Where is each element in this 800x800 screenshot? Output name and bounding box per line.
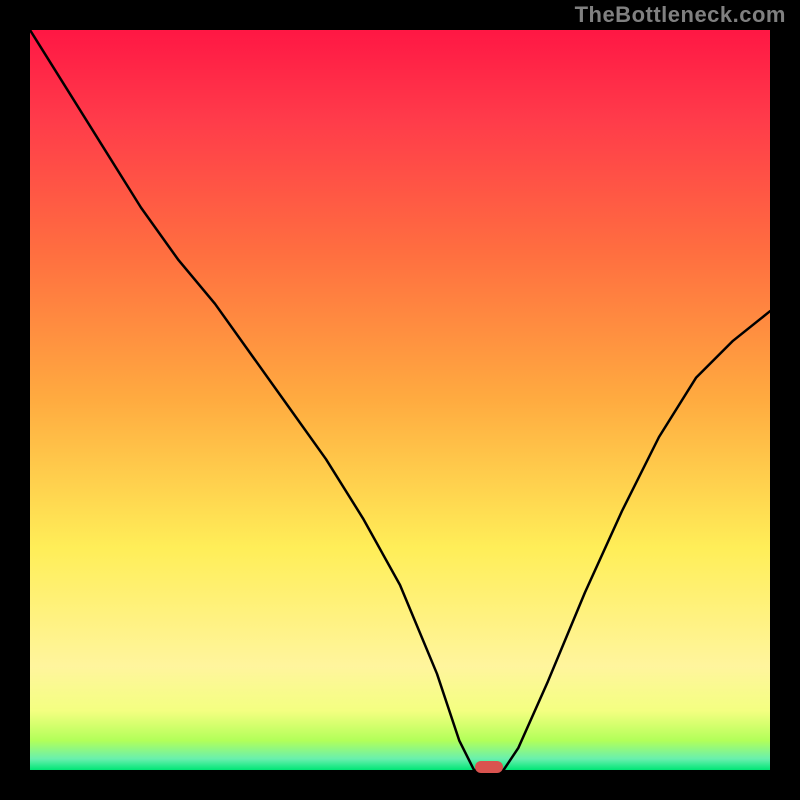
bottleneck-plot <box>30 30 770 770</box>
watermark-label: TheBottleneck.com <box>575 2 786 28</box>
optimum-marker <box>475 761 503 773</box>
plot-background <box>30 30 770 770</box>
chart-frame: TheBottleneck.com <box>0 0 800 800</box>
plot-svg <box>30 30 770 770</box>
